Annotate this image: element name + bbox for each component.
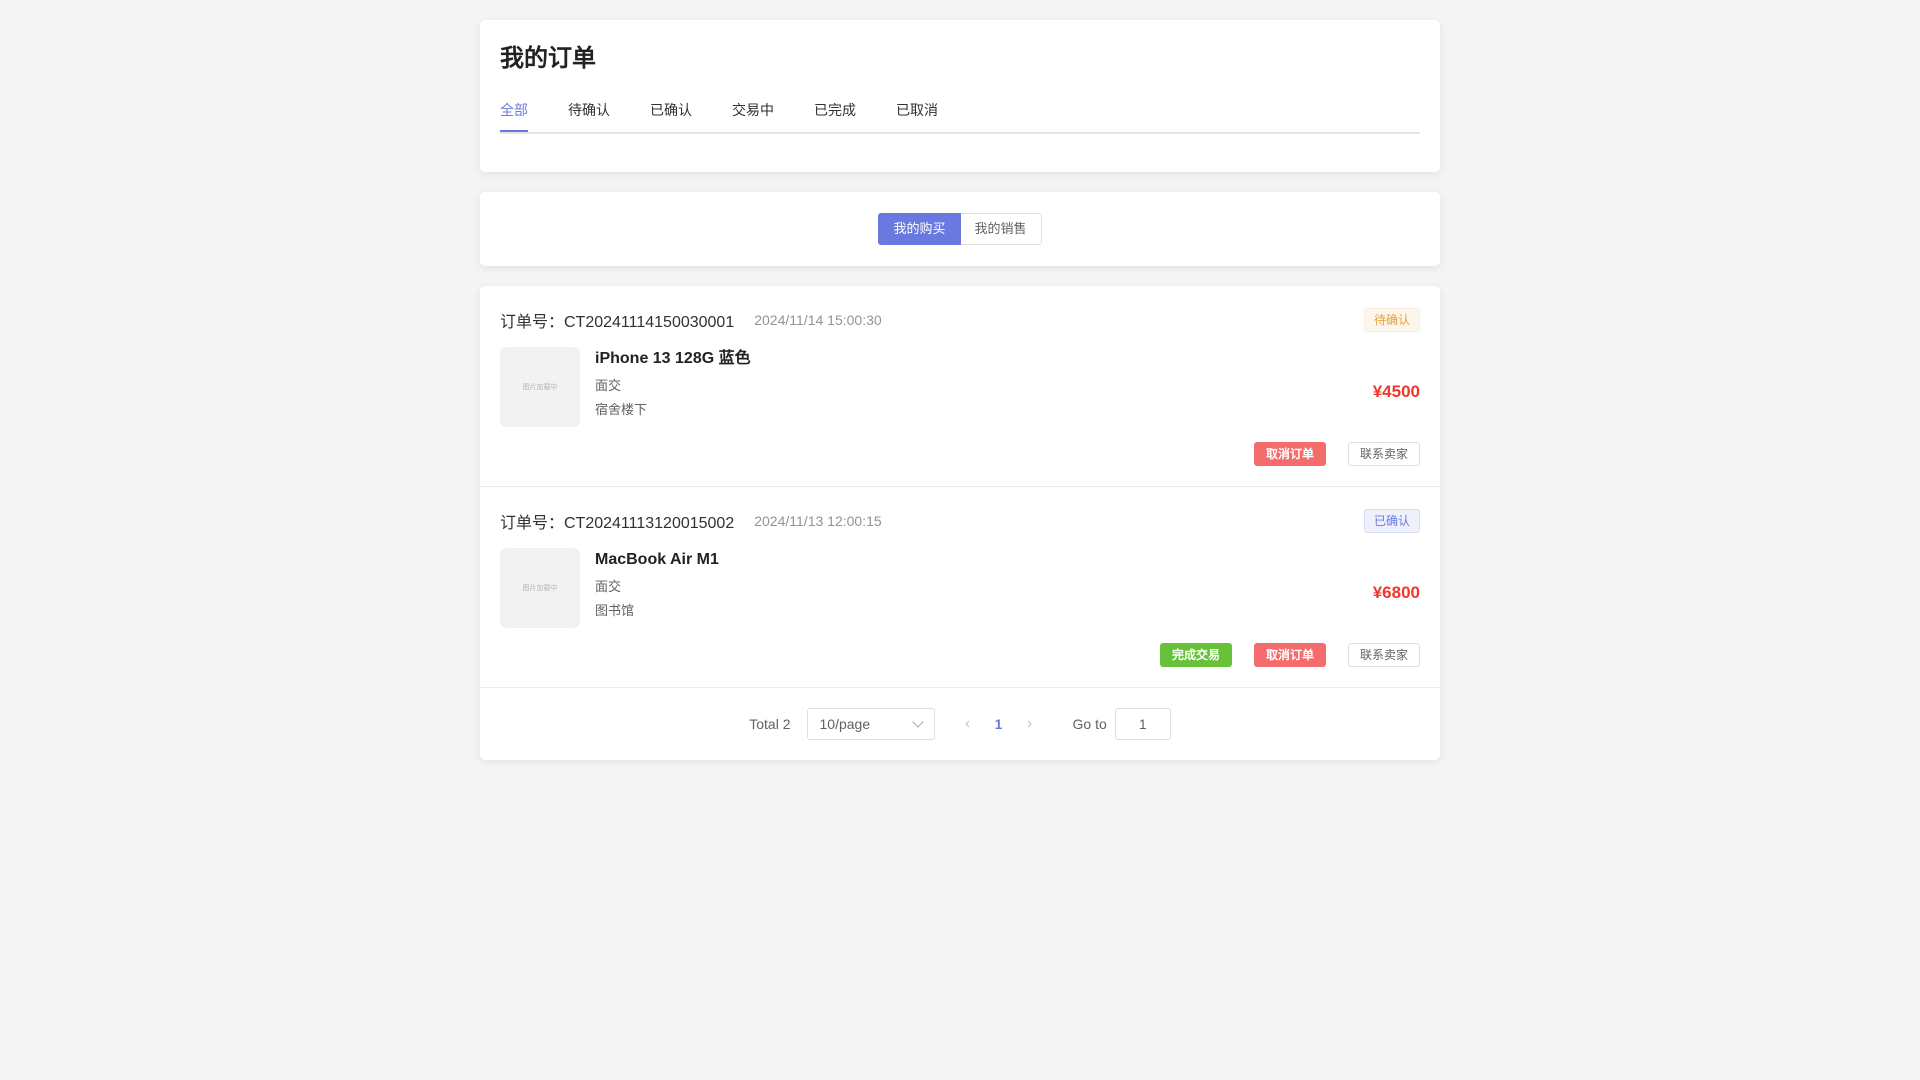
order-item: 订单号：CT20241114150030001 2024/11/14 15:00… [480,286,1440,487]
chevron-down-icon [911,716,924,728]
image-placeholder-text: 图片加载中 [522,384,558,391]
goto-label: Go to [1072,716,1107,732]
order-actions: 取消订单 联系卖家 [1232,442,1420,466]
status-tabs: 全部 待确认 已确认 交易中 已完成 已取消 [500,100,1420,134]
complete-trade-button[interactable]: 完成交易 [1159,643,1232,667]
product-name[interactable]: MacBook Air M1 [595,548,719,572]
order-number: 订单号：CT20241113120015002 [500,515,735,532]
pagination-total: Total 2 [749,716,791,732]
header-card: 我的订单 全部 待确认 已确认 交易中 已完成 已取消 [480,20,1440,172]
image-placeholder-text: 图片加载中 [522,585,558,592]
tab-confirmed[interactable]: 已确认 [650,100,692,130]
trade-location: 图书馆 [595,603,635,618]
goto-page-input[interactable] [1114,708,1171,740]
cancel-order-button[interactable]: 取消订单 [1253,442,1326,466]
page-title: 我的订单 [500,45,596,72]
my-purchases-button[interactable]: 我的购买 [878,213,961,245]
orders-page: 我的订单 全部 待确认 已确认 交易中 已完成 已取消 我的购买 我的销售 订单… [480,20,1440,780]
contact-seller-button[interactable]: 联系卖家 [1347,442,1420,466]
product-info: iPhone 13 128G 蓝色 面交 宿舍楼下 [595,347,751,419]
order-list: 订单号：CT20241114150030001 2024/11/14 15:00… [480,286,1440,760]
order-actions: 完成交易 取消订单 联系卖家 [1138,643,1420,667]
order-item: 订单号：CT20241113120015002 2024/11/13 12:00… [480,487,1440,688]
product-name[interactable]: iPhone 13 128G 蓝色 [595,347,751,371]
trade-method: 面交 [595,579,622,594]
order-time: 2024/11/14 15:00:30 [754,312,882,328]
tab-cancelled[interactable]: 已取消 [896,100,938,130]
role-switch: 我的购买 我的销售 [878,213,1042,245]
page-size-select[interactable]: 10/page [806,708,935,740]
product-info: MacBook Air M1 面交 图书馆 [595,548,719,620]
product-image: 图片加载中 [500,548,580,628]
order-number: 订单号：CT20241114150030001 [500,314,735,331]
prev-page-icon[interactable]: ‹ [953,715,983,733]
trade-method: 面交 [595,378,622,393]
tab-in-progress[interactable]: 交易中 [732,100,774,130]
contact-seller-button[interactable]: 联系卖家 [1347,643,1420,667]
page-size-value: 10/page [819,716,871,732]
order-header: 订单号：CT20241113120015002 2024/11/13 12:00… [500,509,882,533]
order-price: ¥4500 [1372,382,1420,401]
status-badge: 已确认 [1363,509,1420,533]
trade-location: 宿舍楼下 [595,402,648,417]
role-switch-card: 我的购买 我的销售 [480,192,1440,266]
order-time: 2024/11/13 12:00:15 [754,513,882,529]
tab-pending[interactable]: 待确认 [568,100,610,130]
order-header: 订单号：CT20241114150030001 2024/11/14 15:00… [500,308,882,332]
pagination: Total 2 10/page ‹ 1 › Go to [480,708,1440,740]
tab-completed[interactable]: 已完成 [814,100,856,130]
product-image: 图片加载中 [500,347,580,427]
next-page-icon[interactable]: › [1015,715,1045,733]
status-badge: 待确认 [1363,308,1420,332]
order-price: ¥6800 [1372,583,1420,602]
page-number[interactable]: 1 [987,716,1011,732]
my-sales-button[interactable]: 我的销售 [960,213,1042,245]
cancel-order-button[interactable]: 取消订单 [1253,643,1326,667]
tab-all[interactable]: 全部 [500,100,528,132]
